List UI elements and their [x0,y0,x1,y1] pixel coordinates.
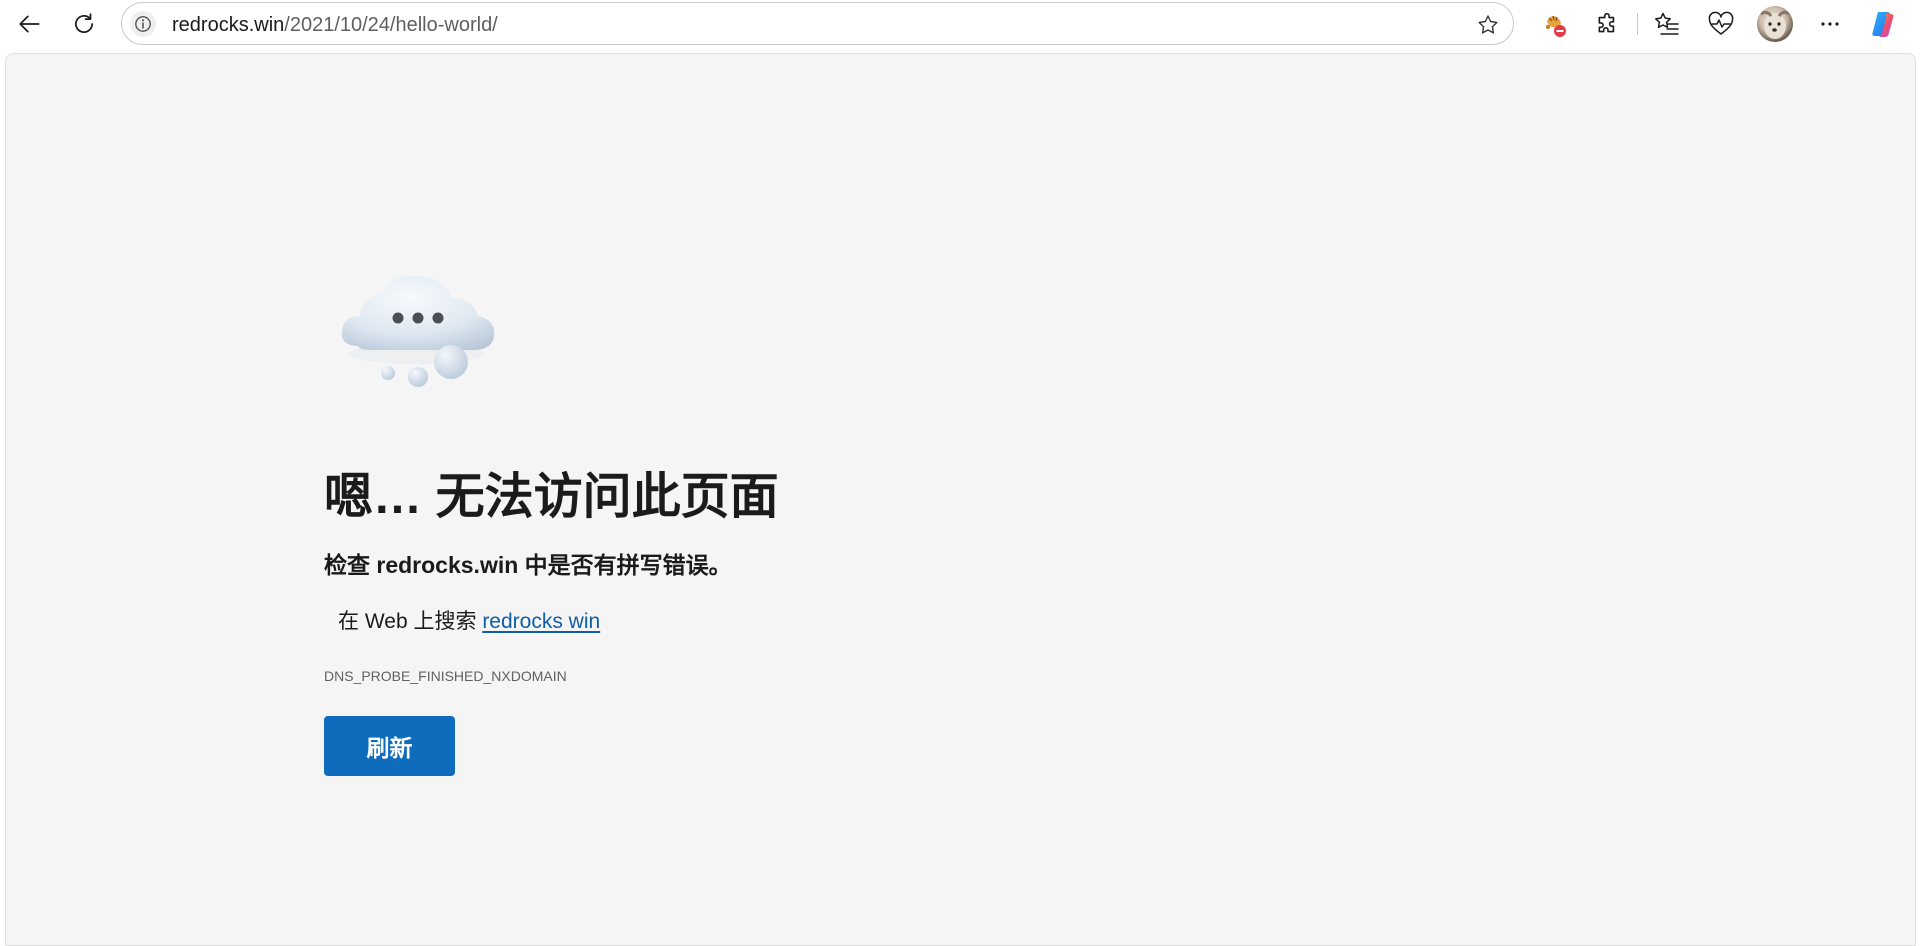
copilot-button[interactable] [1866,6,1902,42]
favorites-button[interactable] [1649,6,1685,42]
refresh-button[interactable]: 刷新 [324,716,455,776]
favorites-icon [1655,12,1679,35]
search-web-link[interactable]: redrocks win [482,610,600,633]
back-arrow-icon [19,15,40,33]
site-info-button[interactable] [130,11,156,37]
back-button[interactable] [12,6,48,42]
avatar-image [1760,10,1790,39]
more-menu-button[interactable] [1812,6,1848,42]
copilot-icon [1872,12,1894,37]
extensions-icon [1598,12,1615,33]
extensions-button[interactable] [1590,6,1626,42]
more-menu-icon [1821,22,1839,26]
address-bar[interactable]: redrocks.win/2021/10/24/hello-world/ [121,2,1514,45]
error-page: 嗯… 无法访问此页面 检查 redrocks.win 中是否有拼写错误。 在 W… [5,53,1916,946]
error-subtitle: 检查 redrocks.win 中是否有拼写错误。 [324,552,732,578]
profile-avatar[interactable] [1757,6,1793,42]
search-suggestion-prefix: 在 Web 上搜索 [338,610,483,633]
toolbar-divider [1637,13,1638,35]
cloud-thinking-illustration [341,275,495,387]
reload-button[interactable] [66,6,102,42]
url-host: redrocks.win [172,14,285,36]
browser-essentials-icon [1708,11,1734,35]
tracking-prevention-icon [1546,15,1566,37]
url-text[interactable]: redrocks.win/2021/10/24/hello-world/ [172,14,498,36]
refresh-icon [75,13,93,33]
tracking-prevention-button[interactable] [1536,6,1572,42]
add-favorite-button[interactable] [1475,12,1501,38]
browser-essentials-button[interactable] [1703,6,1739,42]
favorite-star-icon [1478,15,1498,34]
url-path: /2021/10/24/hello-world/ [284,14,498,36]
site-info-icon [135,16,151,32]
error-code: DNS_PROBE_FINISHED_NXDOMAIN [324,668,567,684]
browser-toolbar: redrocks.win/2021/10/24/hello-world/ [0,0,1920,49]
error-title: 嗯… 无法访问此页面 [324,470,779,524]
web-search-suggestion: 在 Web 上搜索 redrocks win [338,607,600,637]
